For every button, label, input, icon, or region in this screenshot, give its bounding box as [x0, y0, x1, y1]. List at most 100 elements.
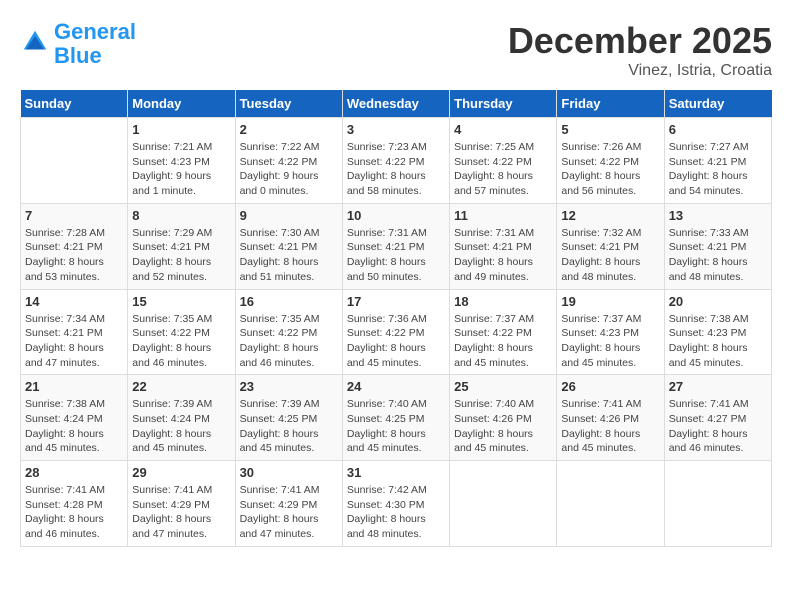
day-number: 20	[669, 294, 767, 309]
logo: General Blue	[20, 20, 136, 68]
day-number: 1	[132, 122, 230, 137]
calendar-cell: 7Sunrise: 7:28 AMSunset: 4:21 PMDaylight…	[21, 203, 128, 289]
calendar-cell	[557, 461, 664, 547]
day-info: Sunrise: 7:34 AMSunset: 4:21 PMDaylight:…	[25, 312, 123, 371]
weekday-header-tuesday: Tuesday	[235, 90, 342, 118]
calendar-cell: 5 Sunrise: 7:26 AMSunset: 4:22 PMDaylight…	[557, 118, 664, 204]
day-info: Sunrise: 7:33 AMSunset: 4:21 PMDaylight:…	[669, 226, 767, 285]
day-info: Sunrise: 7:23 AMSunset: 4:22 PMDaylight:…	[347, 140, 445, 199]
day-number: 2	[240, 122, 338, 137]
day-info: Sunrise: 7:40 AMSunset: 4:25 PMDaylight:…	[347, 397, 445, 456]
calendar-cell: 12Sunrise: 7:32 AMSunset: 4:21 PMDayligh…	[557, 203, 664, 289]
day-number: 9	[240, 208, 338, 223]
day-number: 3	[347, 122, 445, 137]
calendar-week-row: 21 Sunrise: 7:38 AMSunset: 4:24 PMDayligh…	[21, 375, 772, 461]
weekday-header-thursday: Thursday	[450, 90, 557, 118]
day-info: Sunrise: 7:38 AMSunset: 4:23 PMDaylight:…	[669, 312, 767, 371]
calendar-cell: 8 Sunrise: 7:29 AMSunset: 4:21 PMDaylight…	[128, 203, 235, 289]
day-number: 15	[132, 294, 230, 309]
day-info: Sunrise: 7:27 AMSunset: 4:21 PMDaylight:…	[669, 140, 767, 199]
calendar-cell: 14 Sunrise: 7:34 AMSunset: 4:21 PMDayligh…	[21, 289, 128, 375]
day-number: 6	[669, 122, 767, 137]
calendar-cell: 23 Sunrise: 7:39 AMSunset: 4:25 PMDayligh…	[235, 375, 342, 461]
calendar-cell: 21 Sunrise: 7:38 AMSunset: 4:24 PMDayligh…	[21, 375, 128, 461]
calendar-cell: 11 Sunrise: 7:31 AMSunset: 4:21 PMDayligh…	[450, 203, 557, 289]
weekday-header-friday: Friday	[557, 90, 664, 118]
location: Vinez, Istria, Croatia	[508, 62, 772, 80]
day-number: 30	[240, 465, 338, 480]
weekday-header-monday: Monday	[128, 90, 235, 118]
calendar-cell: 26 Sunrise: 7:41 AMSunset: 4:26 PMDayligh…	[557, 375, 664, 461]
calendar-week-row: 7Sunrise: 7:28 AMSunset: 4:21 PMDaylight…	[21, 203, 772, 289]
calendar-cell: 25 Sunrise: 7:40 AMSunset: 4:26 PMDayligh…	[450, 375, 557, 461]
calendar-cell: 19 Sunrise: 7:37 AMSunset: 4:23 PMDayligh…	[557, 289, 664, 375]
calendar-week-row: 28 Sunrise: 7:41 AMSunset: 4:28 PMDayligh…	[21, 461, 772, 547]
calendar-cell: 20 Sunrise: 7:38 AMSunset: 4:23 PMDayligh…	[664, 289, 771, 375]
calendar-cell: 1 Sunrise: 7:21 AMSunset: 4:23 PMDaylight…	[128, 118, 235, 204]
weekday-header-sunday: Sunday	[21, 90, 128, 118]
day-info: Sunrise: 7:42 AMSunset: 4:30 PMDaylight:…	[347, 483, 445, 542]
calendar-week-row: 14 Sunrise: 7:34 AMSunset: 4:21 PMDayligh…	[21, 289, 772, 375]
month-title: December 2025	[508, 20, 772, 62]
day-number: 23	[240, 379, 338, 394]
day-number: 4	[454, 122, 552, 137]
calendar-cell: 29Sunrise: 7:41 AMSunset: 4:29 PMDayligh…	[128, 461, 235, 547]
day-info: Sunrise: 7:30 AMSunset: 4:21 PMDaylight:…	[240, 226, 338, 285]
weekday-header-row: SundayMondayTuesdayWednesdayThursdayFrid…	[21, 90, 772, 118]
day-info: Sunrise: 7:29 AMSunset: 4:21 PMDaylight:…	[132, 226, 230, 285]
calendar-cell: 3 Sunrise: 7:23 AMSunset: 4:22 PMDaylight…	[342, 118, 449, 204]
day-number: 26	[561, 379, 659, 394]
day-info: Sunrise: 7:21 AMSunset: 4:23 PMDaylight:…	[132, 140, 230, 199]
calendar-cell: 16 Sunrise: 7:35 AMSunset: 4:22 PMDayligh…	[235, 289, 342, 375]
day-number: 25	[454, 379, 552, 394]
day-number: 22	[132, 379, 230, 394]
day-number: 8	[132, 208, 230, 223]
day-info: Sunrise: 7:25 AMSunset: 4:22 PMDaylight:…	[454, 140, 552, 199]
day-number: 31	[347, 465, 445, 480]
calendar-cell: 10 Sunrise: 7:31 AMSunset: 4:21 PMDayligh…	[342, 203, 449, 289]
calendar-cell: 27 Sunrise: 7:41 AMSunset: 4:27 PMDayligh…	[664, 375, 771, 461]
day-info: Sunrise: 7:41 AMSunset: 4:29 PMDaylight:…	[240, 483, 338, 542]
day-info: Sunrise: 7:39 AMSunset: 4:25 PMDaylight:…	[240, 397, 338, 456]
day-info: Sunrise: 7:32 AMSunset: 4:21 PMDaylight:…	[561, 226, 659, 285]
calendar-cell	[450, 461, 557, 547]
calendar-cell: 9 Sunrise: 7:30 AMSunset: 4:21 PMDaylight…	[235, 203, 342, 289]
calendar-cell: 24Sunrise: 7:40 AMSunset: 4:25 PMDayligh…	[342, 375, 449, 461]
day-number: 18	[454, 294, 552, 309]
day-number: 19	[561, 294, 659, 309]
calendar-cell: 22Sunrise: 7:39 AMSunset: 4:24 PMDayligh…	[128, 375, 235, 461]
calendar-cell: 6 Sunrise: 7:27 AMSunset: 4:21 PMDaylight…	[664, 118, 771, 204]
weekday-header-wednesday: Wednesday	[342, 90, 449, 118]
day-info: Sunrise: 7:26 AMSunset: 4:22 PMDaylight:…	[561, 140, 659, 199]
calendar-cell: 4 Sunrise: 7:25 AMSunset: 4:22 PMDaylight…	[450, 118, 557, 204]
calendar-cell: 28 Sunrise: 7:41 AMSunset: 4:28 PMDayligh…	[21, 461, 128, 547]
day-info: Sunrise: 7:36 AMSunset: 4:22 PMDaylight:…	[347, 312, 445, 371]
day-info: Sunrise: 7:41 AMSunset: 4:27 PMDaylight:…	[669, 397, 767, 456]
day-number: 11	[454, 208, 552, 223]
day-info: Sunrise: 7:35 AMSunset: 4:22 PMDaylight:…	[132, 312, 230, 371]
day-number: 17	[347, 294, 445, 309]
weekday-header-saturday: Saturday	[664, 90, 771, 118]
day-info: Sunrise: 7:37 AMSunset: 4:23 PMDaylight:…	[561, 312, 659, 371]
calendar-cell: 2 Sunrise: 7:22 AMSunset: 4:22 PMDaylight…	[235, 118, 342, 204]
calendar-cell	[21, 118, 128, 204]
day-number: 14	[25, 294, 123, 309]
day-info: Sunrise: 7:35 AMSunset: 4:22 PMDaylight:…	[240, 312, 338, 371]
day-number: 28	[25, 465, 123, 480]
day-info: Sunrise: 7:22 AMSunset: 4:22 PMDaylight:…	[240, 140, 338, 199]
calendar-table: SundayMondayTuesdayWednesdayThursdayFrid…	[20, 90, 772, 547]
day-number: 27	[669, 379, 767, 394]
day-number: 21	[25, 379, 123, 394]
day-info: Sunrise: 7:37 AMSunset: 4:22 PMDaylight:…	[454, 312, 552, 371]
day-info: Sunrise: 7:38 AMSunset: 4:24 PMDaylight:…	[25, 397, 123, 456]
day-number: 10	[347, 208, 445, 223]
day-info: Sunrise: 7:31 AMSunset: 4:21 PMDaylight:…	[454, 226, 552, 285]
day-number: 5	[561, 122, 659, 137]
day-info: Sunrise: 7:40 AMSunset: 4:26 PMDaylight:…	[454, 397, 552, 456]
day-info: Sunrise: 7:41 AMSunset: 4:28 PMDaylight:…	[25, 483, 123, 542]
day-info: Sunrise: 7:41 AMSunset: 4:26 PMDaylight:…	[561, 397, 659, 456]
day-info: Sunrise: 7:31 AMSunset: 4:21 PMDaylight:…	[347, 226, 445, 285]
calendar-week-row: 1 Sunrise: 7:21 AMSunset: 4:23 PMDaylight…	[21, 118, 772, 204]
calendar-cell: 31 Sunrise: 7:42 AMSunset: 4:30 PMDayligh…	[342, 461, 449, 547]
day-number: 16	[240, 294, 338, 309]
